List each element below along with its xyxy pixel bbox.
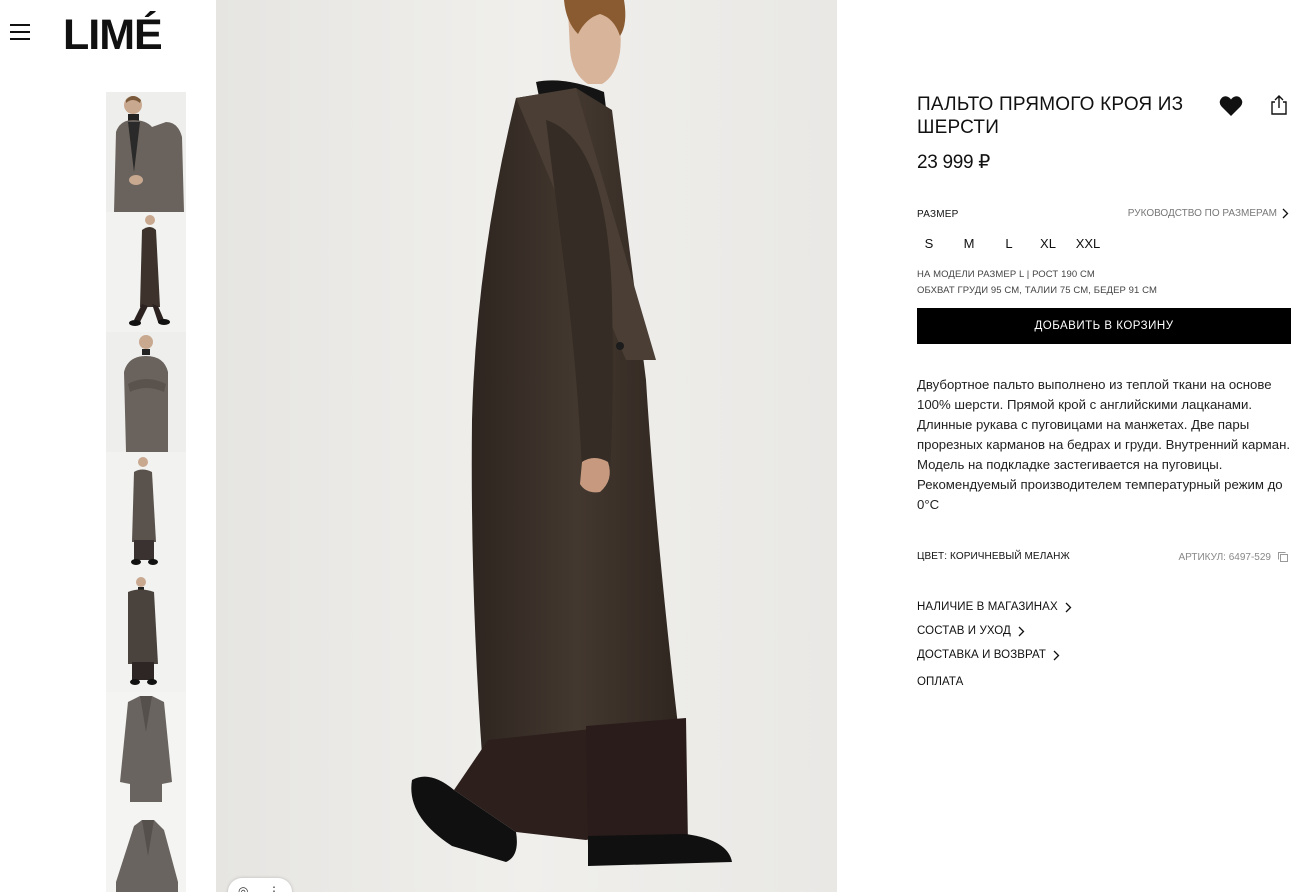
thumbnail-1[interactable] xyxy=(106,92,186,212)
menu-bar xyxy=(10,24,30,26)
product-price: 23 999 ₽ xyxy=(917,152,991,173)
link-label: СОСТАВ И УХОД xyxy=(917,625,1011,637)
link-label: ДОСТАВКА И ВОЗВРАТ xyxy=(917,649,1047,661)
more-icon: ⋮ xyxy=(268,884,280,892)
size-label: РАЗМЕР xyxy=(917,209,959,220)
thumbnail-2[interactable] xyxy=(106,212,186,332)
product-info-panel: ПАЛЬТО ПРЯМОГО КРОЯ ИЗ ШЕРСТИ 23 999 ₽ Р… xyxy=(917,0,1291,892)
model-info-line-1: НА МОДЕЛИ РАЗМЕР L | РОСТ 190 СМ xyxy=(917,269,1095,280)
info-links: НАЛИЧИЕ В МАГАЗИНАХ СОСТАВ И УХОД ДОСТАВ… xyxy=(917,595,1072,667)
copy-icon[interactable] xyxy=(1277,551,1289,563)
link-delivery-returns[interactable]: ДОСТАВКА И ВОЗВРАТ xyxy=(917,643,1072,667)
size-option-xxl[interactable]: XXL xyxy=(1073,234,1103,254)
size-guide-link[interactable]: РУКОВОДСТВО ПО РАЗМЕРАМ xyxy=(1128,208,1289,219)
model-info-line-2: ОБХВАТ ГРУДИ 95 СМ, ТАЛИИ 75 СМ, БЕДЕР 9… xyxy=(917,285,1158,296)
chevron-right-icon xyxy=(1065,602,1072,612)
size-guide-label: РУКОВОДСТВО ПО РАЗМЕРАМ xyxy=(1127,208,1277,219)
size-option-l[interactable]: L xyxy=(999,234,1019,254)
chevron-right-icon xyxy=(1282,208,1289,219)
product-description: Двубортное пальто выполнено из теплой тк… xyxy=(917,377,1291,512)
product-sku: АРТИКУЛ: 6497-529 xyxy=(1178,551,1289,563)
thumbnail-gallery xyxy=(106,92,186,892)
thumbnail-7[interactable] xyxy=(106,812,186,892)
chevron-right-icon xyxy=(1053,650,1060,660)
menu-bar xyxy=(10,31,30,33)
model-info: НА МОДЕЛИ РАЗМЕР L | РОСТ 190 СМ ОБХВАТ … xyxy=(917,267,1157,299)
site-logo[interactable]: LIMÉ xyxy=(63,10,163,60)
chevron-right-icon xyxy=(1018,626,1025,636)
zoom-icon: ◎ xyxy=(238,884,249,892)
hamburger-menu-icon[interactable] xyxy=(10,24,30,44)
main-product-image[interactable]: ◎ ⋮ xyxy=(216,0,837,892)
heart-icon[interactable] xyxy=(1219,95,1243,117)
size-option-s[interactable]: S xyxy=(917,234,941,254)
share-icon[interactable] xyxy=(1269,94,1289,116)
link-label: НАЛИЧИЕ В МАГАЗИНАХ xyxy=(917,601,1058,613)
size-selector: S M L XL XXL xyxy=(917,234,1103,254)
link-composition-care[interactable]: СОСТАВ И УХОД xyxy=(917,619,1072,643)
thumbnail-3[interactable] xyxy=(106,332,186,452)
thumbnail-4[interactable] xyxy=(106,452,186,572)
zoom-control[interactable]: ◎ ⋮ xyxy=(228,878,292,892)
product-color: ЦВЕТ: КОРИЧНЕВЫЙ МЕЛАНЖ xyxy=(917,551,1070,562)
size-option-xl[interactable]: XL xyxy=(1033,234,1063,254)
size-option-m[interactable]: M xyxy=(949,234,989,254)
thumbnail-6[interactable] xyxy=(106,692,186,812)
link-store-availability[interactable]: НАЛИЧИЕ В МАГАЗИНАХ xyxy=(917,595,1072,619)
product-title: ПАЛЬТО ПРЯМОГО КРОЯ ИЗ ШЕРСТИ xyxy=(917,94,1184,138)
thumbnail-5[interactable] xyxy=(106,572,186,692)
menu-bar xyxy=(10,38,30,40)
link-payment[interactable]: ОПЛАТА xyxy=(917,676,963,688)
sku-label: АРТИКУЛ: 6497-529 xyxy=(1178,551,1271,563)
add-to-cart-button[interactable]: ДОБАВИТЬ В КОРЗИНУ xyxy=(917,308,1291,344)
